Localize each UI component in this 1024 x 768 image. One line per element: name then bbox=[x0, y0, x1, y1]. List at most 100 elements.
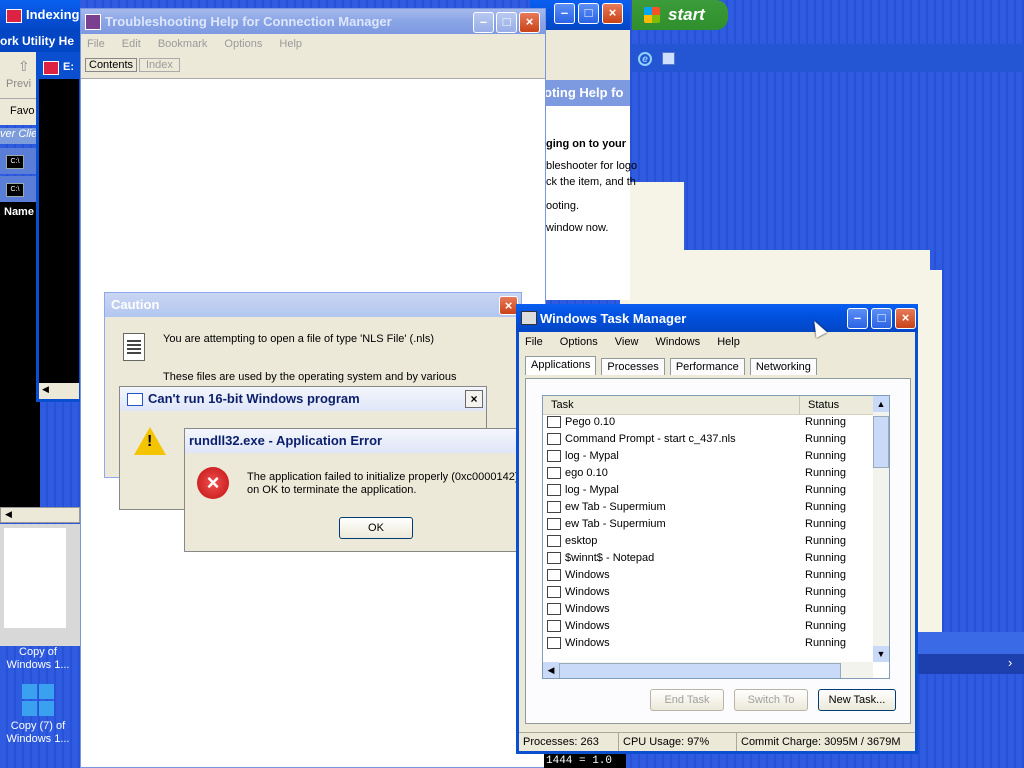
menu-options[interactable]: Options bbox=[224, 38, 262, 50]
taskmgr-icon bbox=[521, 311, 537, 325]
table-row[interactable]: $winnt$ - Notepad Running bbox=[547, 550, 873, 567]
window-icon bbox=[547, 450, 561, 463]
column-task[interactable]: Task bbox=[551, 399, 574, 411]
caution-titlebar[interactable]: Caution bbox=[105, 293, 521, 317]
window-icon bbox=[547, 467, 561, 480]
tab-index[interactable]: Index bbox=[139, 58, 180, 72]
switch-to-button[interactable]: Switch To bbox=[734, 689, 808, 711]
table-row[interactable]: Windows Running bbox=[547, 584, 873, 601]
table-row[interactable]: Windows Running bbox=[547, 567, 873, 584]
close-button[interactable]: × bbox=[895, 308, 916, 329]
show-desktop-icon[interactable] bbox=[662, 52, 675, 65]
scroll-thumb[interactable] bbox=[873, 416, 889, 468]
start-button[interactable]: start bbox=[632, 0, 728, 30]
error-icon: × bbox=[197, 467, 229, 499]
scroll-up-icon[interactable]: ▲ bbox=[873, 396, 889, 412]
table-row[interactable]: log - Mypal Running bbox=[547, 448, 873, 465]
task-name: log - Mypal bbox=[565, 484, 619, 496]
close-button[interactable]: × bbox=[519, 12, 540, 33]
task-list[interactable]: Task Status Pego 0.10 Running Command Prom… bbox=[542, 395, 890, 679]
table-row[interactable]: ew Tab - Supermium Running bbox=[547, 516, 873, 533]
menu-edit[interactable]: Edit bbox=[122, 38, 141, 50]
close-button[interactable]: × bbox=[602, 3, 623, 24]
table-row[interactable]: log - Mypal Running bbox=[547, 482, 873, 499]
task-status: Running bbox=[805, 433, 846, 445]
ok-button[interactable]: OK bbox=[339, 517, 413, 539]
task-name: log - Mypal bbox=[565, 450, 619, 462]
table-row[interactable]: Windows Running bbox=[547, 618, 873, 635]
previous-label[interactable]: Previ bbox=[6, 78, 31, 90]
task-name: Windows bbox=[565, 637, 610, 649]
app-error-title: rundll32.exe - Application Error bbox=[189, 433, 383, 448]
desktop-icon[interactable]: Copy (7) of Windows 1... bbox=[0, 684, 76, 750]
bg-cmd-item[interactable]: C:\ bbox=[0, 176, 40, 202]
minimize-button[interactable]: – bbox=[473, 12, 494, 33]
name-header: Name bbox=[4, 206, 34, 218]
tab-networking[interactable]: Networking bbox=[749, 358, 817, 375]
task-name: Pego 0.10 bbox=[565, 416, 616, 428]
windows-flag-icon bbox=[644, 7, 660, 23]
help-menubar: File Edit Bookmark Options Help bbox=[81, 34, 545, 54]
win16-title: Can't run 16-bit Windows program bbox=[148, 391, 360, 406]
window-icon bbox=[547, 569, 561, 582]
console-tail-text: 1444 = 1.0 bbox=[546, 755, 613, 767]
scrollbar-horizontal[interactable]: ◀ bbox=[543, 662, 873, 678]
max-button[interactable]: □ bbox=[578, 3, 599, 24]
chevron-left-icon[interactable]: ◀ bbox=[42, 384, 49, 395]
window-icon bbox=[547, 620, 561, 633]
window-icon bbox=[547, 637, 561, 650]
menu-windows[interactable]: Windows bbox=[656, 336, 701, 348]
menu-view[interactable]: View bbox=[615, 336, 639, 348]
scrollbar-vertical[interactable]: ▲ ▼ bbox=[873, 396, 889, 662]
bg-window-fragment bbox=[684, 250, 930, 310]
task-status: Running bbox=[805, 620, 846, 632]
new-task-button[interactable]: New Task... bbox=[818, 689, 896, 711]
win16-titlebar[interactable]: Can't run 16-bit Windows program bbox=[120, 387, 486, 411]
minimize-button[interactable]: – bbox=[847, 308, 868, 329]
app-icon bbox=[6, 9, 22, 23]
chevron-left-icon[interactable]: ◀ bbox=[5, 509, 12, 520]
app-error-dialog: rundll32.exe - Application Error × × The… bbox=[184, 428, 570, 552]
tab-contents[interactable]: Contents bbox=[85, 58, 138, 72]
desktop-icon[interactable]: Copy of Windows 1... bbox=[0, 646, 76, 676]
window-icon bbox=[547, 433, 561, 446]
tab-performance[interactable]: Performance bbox=[669, 358, 745, 375]
tab-applications[interactable]: Applications bbox=[525, 356, 597, 375]
table-row[interactable]: Windows Running bbox=[547, 601, 873, 618]
scrollbar-horizontal[interactable]: ◀ bbox=[39, 383, 79, 399]
close-button[interactable]: × bbox=[465, 390, 483, 408]
tab-processes[interactable]: Processes bbox=[601, 358, 665, 375]
bg-scroll-left[interactable]: ◀ bbox=[0, 507, 80, 523]
table-row[interactable]: Windows Running bbox=[547, 635, 873, 652]
menu-bookmark[interactable]: Bookmark bbox=[158, 38, 208, 50]
table-row[interactable]: Pego 0.10 Running bbox=[547, 414, 873, 431]
end-task-button[interactable]: End Task bbox=[650, 689, 724, 711]
scroll-left-icon[interactable]: ◀ bbox=[543, 662, 559, 678]
table-row[interactable]: ego 0.10 Running bbox=[547, 465, 873, 482]
caution-title: Caution bbox=[111, 297, 160, 312]
chevron-right-icon[interactable]: › bbox=[1008, 654, 1022, 672]
menu-help[interactable]: Help bbox=[279, 38, 302, 50]
table-row[interactable]: Command Prompt - start c_437.nls Running bbox=[547, 431, 873, 448]
ie-icon[interactable]: e bbox=[638, 52, 652, 66]
column-status[interactable]: Status bbox=[799, 396, 839, 414]
menu-file[interactable]: File bbox=[525, 336, 543, 348]
window-icon bbox=[547, 501, 561, 514]
table-row[interactable]: ew Tab - Supermium Running bbox=[547, 499, 873, 516]
min-button[interactable]: – bbox=[554, 3, 575, 24]
menu-options[interactable]: Options bbox=[560, 336, 598, 348]
maximize-button[interactable]: □ bbox=[871, 308, 892, 329]
menu-file[interactable]: File bbox=[87, 38, 105, 50]
scroll-down-icon[interactable]: ▼ bbox=[873, 646, 889, 662]
task-name: Windows bbox=[565, 586, 610, 598]
arrow-up-icon[interactable]: ⇧ bbox=[18, 58, 30, 75]
window-icon bbox=[127, 393, 143, 406]
scroll-thumb[interactable] bbox=[559, 663, 841, 678]
favorites-label[interactable]: Favo bbox=[10, 105, 34, 117]
table-row[interactable]: esktop Running bbox=[547, 533, 873, 550]
task-name: ego 0.10 bbox=[565, 467, 608, 479]
bg-cmd-item[interactable]: C:\ bbox=[0, 148, 40, 174]
maximize-button[interactable]: □ bbox=[496, 12, 517, 33]
menu-help[interactable]: Help bbox=[717, 336, 740, 348]
app-error-titlebar[interactable]: rundll32.exe - Application Error bbox=[185, 429, 569, 453]
